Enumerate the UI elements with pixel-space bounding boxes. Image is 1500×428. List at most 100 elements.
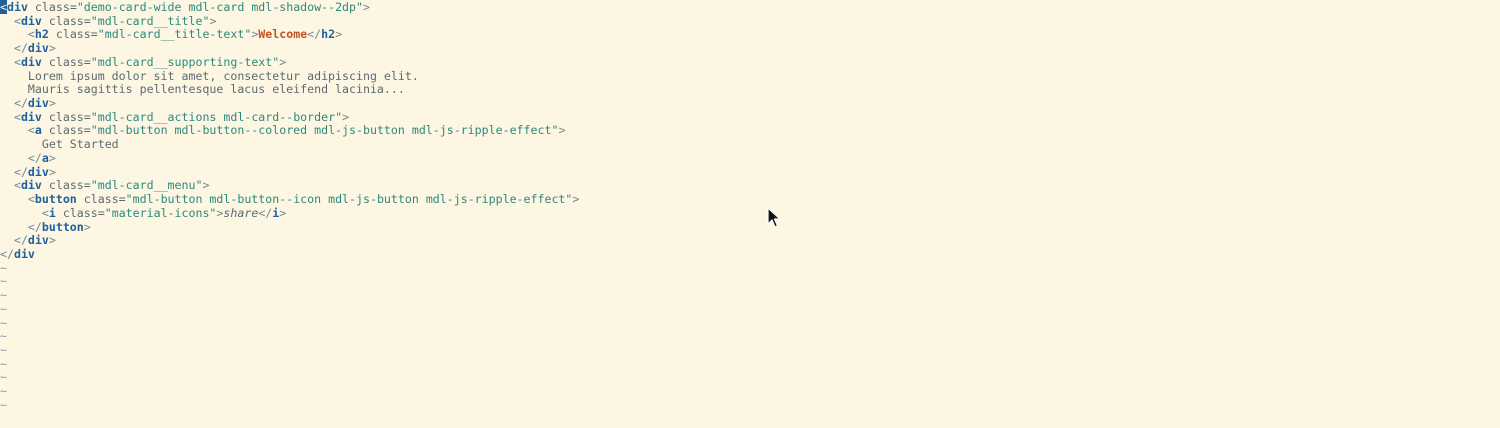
code-token: > xyxy=(83,219,91,234)
code-line[interactable]: <a class="mdl-button mdl-button--colored… xyxy=(0,124,579,138)
code-line[interactable]: </div> xyxy=(0,233,579,248)
code-token: h2 xyxy=(321,27,336,42)
code-token: > xyxy=(342,109,350,124)
code-token: Welcome xyxy=(258,27,308,42)
code-line[interactable]: <div class="mdl-card__supporting-text"> xyxy=(0,54,579,70)
code-token: < xyxy=(0,109,21,124)
empty-line-marker: ~ xyxy=(0,329,7,344)
code-token: > xyxy=(48,233,56,248)
code-token: </ xyxy=(0,41,28,56)
code-token: div xyxy=(27,41,49,56)
code-token: "mdl-card__title" xyxy=(90,13,210,28)
code-line[interactable]: <div class="demo-card-wide mdl-card mdl-… xyxy=(0,0,579,15)
code-line[interactable]: <div class="mdl-card__menu"> xyxy=(0,178,579,193)
empty-line-marker: ~ xyxy=(0,288,7,303)
code-token: "mdl-button mdl-button--icon mdl-js-butt… xyxy=(125,192,573,207)
code-token: button xyxy=(34,192,77,207)
code-line[interactable]: <button class="mdl-button mdl-button--ic… xyxy=(0,192,580,207)
code-token: a xyxy=(34,123,42,138)
code-token: > xyxy=(335,27,343,42)
code-line[interactable]: <h2 class="mdl-card__title-text">Welcome… xyxy=(0,28,579,42)
code-token: i xyxy=(48,205,56,220)
code-token: class= xyxy=(41,109,91,124)
code-lines[interactable]: <div class="demo-card-wide mdl-card mdl-… xyxy=(0,0,580,413)
code-line[interactable]: <i class="material-icons">share</i> xyxy=(0,205,579,221)
code-token: Lorem ipsum dolor sit amet, consectetur … xyxy=(0,68,419,83)
code-token: > xyxy=(209,13,217,28)
code-token: Mauris sagittis pellentesque lacus eleif… xyxy=(0,82,405,97)
code-line[interactable]: </div> xyxy=(0,41,579,56)
code-line[interactable]: Mauris sagittis pellentesque lacus eleif… xyxy=(0,82,579,97)
code-token: </ xyxy=(0,233,28,248)
empty-line-marker: ~ xyxy=(0,370,7,385)
empty-line-marker: ~ xyxy=(0,356,7,371)
code-token: div xyxy=(20,54,42,69)
code-token: > xyxy=(48,150,56,165)
code-token: class= xyxy=(76,192,126,207)
code-line[interactable]: </div xyxy=(0,246,579,262)
empty-line-marker: ~ xyxy=(0,301,7,316)
code-token: "demo-card-wide mdl-card mdl-shadow--2dp… xyxy=(76,0,363,14)
code-line[interactable]: </div> xyxy=(0,164,579,180)
code-token: button xyxy=(41,219,84,234)
code-token: div xyxy=(27,233,49,248)
empty-line-marker: ~ xyxy=(0,384,7,399)
code-token: </ xyxy=(0,96,28,111)
code-editor[interactable]: <div class="demo-card-wide mdl-card mdl-… xyxy=(0,0,1500,428)
code-token: class= xyxy=(41,54,91,69)
code-token: > xyxy=(48,164,56,179)
code-token: > xyxy=(48,41,56,56)
code-line[interactable]: </a> xyxy=(0,150,579,166)
code-token: a xyxy=(41,150,49,165)
code-token: div xyxy=(20,109,42,124)
code-token: "mdl-card__supporting-text" xyxy=(90,54,280,69)
code-token: < xyxy=(0,0,7,14)
code-token: < xyxy=(0,205,49,220)
code-line[interactable]: <div class="mdl-card__title"> xyxy=(0,13,579,29)
code-line[interactable]: <div class="mdl-card__actions mdl-card--… xyxy=(0,109,579,125)
code-token: "mdl-card__menu" xyxy=(90,178,203,193)
code-token: </ xyxy=(307,27,322,42)
empty-line-marker: ~ xyxy=(0,274,7,289)
code-line[interactable]: Lorem ipsum dolor sit amet, consectetur … xyxy=(0,68,579,84)
code-token: div xyxy=(20,13,42,28)
mouse-pointer-icon xyxy=(767,207,781,228)
code-token: div xyxy=(13,246,35,261)
code-token: </ xyxy=(258,205,273,220)
code-token: </ xyxy=(0,150,42,165)
code-token: share xyxy=(223,205,259,220)
code-token: > xyxy=(572,192,580,207)
code-line[interactable]: Get Started xyxy=(0,137,579,152)
code-token: div xyxy=(27,164,49,179)
code-token: > xyxy=(279,205,287,220)
code-token: < xyxy=(0,13,21,28)
code-token: </ xyxy=(0,164,28,179)
code-token: div xyxy=(27,96,49,111)
code-token: class= xyxy=(55,205,105,220)
code-token: > xyxy=(202,178,210,193)
code-token: class= xyxy=(48,27,98,42)
code-line[interactable]: </div> xyxy=(0,96,579,111)
code-token: h2 xyxy=(34,27,49,42)
code-token: < xyxy=(0,178,21,193)
code-token: </ xyxy=(0,219,42,234)
code-token: class= xyxy=(41,178,91,193)
code-token: Get Started xyxy=(0,137,119,152)
code-token: > xyxy=(558,123,566,138)
empty-line-marker: ~ xyxy=(0,397,7,412)
code-token: > xyxy=(48,96,56,111)
code-token: > xyxy=(363,0,370,14)
code-token: "mdl-card__actions mdl-card--border" xyxy=(90,109,343,124)
code-token: div xyxy=(6,0,28,14)
code-token: < xyxy=(0,27,35,42)
code-token: > xyxy=(279,54,287,69)
empty-line-marker: ~ xyxy=(0,342,7,357)
empty-line-marker: ~ xyxy=(0,260,7,275)
empty-line-marker: ~ xyxy=(0,315,7,330)
code-token: < xyxy=(0,123,35,138)
code-line[interactable]: </button> xyxy=(0,219,579,235)
code-token: < xyxy=(0,192,35,207)
code-token: "mdl-button mdl-button--colored mdl-js-b… xyxy=(90,123,559,138)
code-token: class= xyxy=(41,123,91,138)
code-token: </ xyxy=(0,246,14,261)
